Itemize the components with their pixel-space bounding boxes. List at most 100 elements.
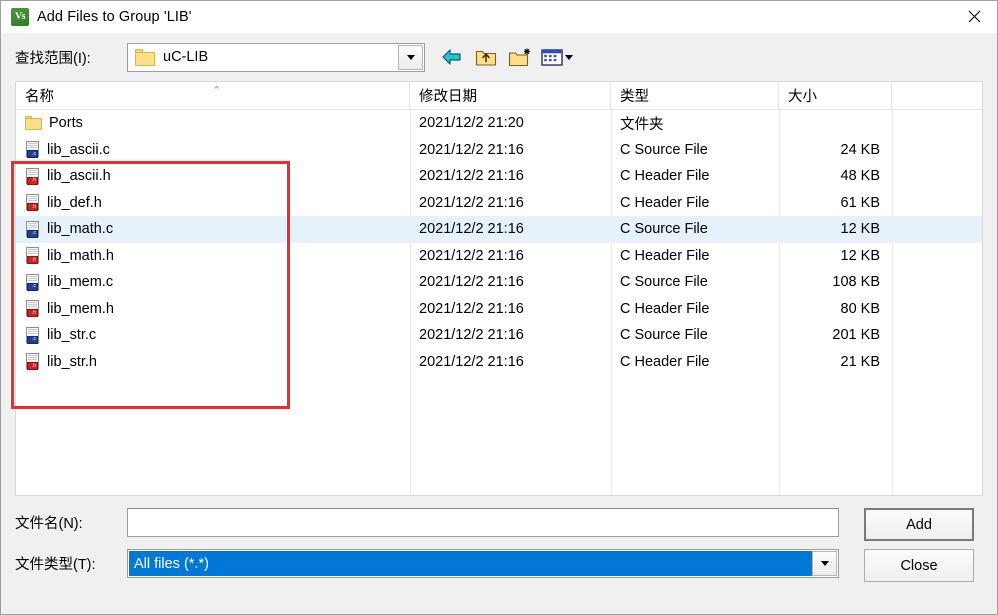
close-button[interactable]: Close [864, 549, 974, 582]
file-size-cell: 61 KB [840, 194, 881, 211]
view-menu-icon[interactable] [541, 48, 573, 67]
file-name-label: lib_str.h [47, 353, 97, 370]
file-row[interactable]: Ports 2021/12/2 21:20 文件夹 [16, 110, 982, 137]
close-icon[interactable] [951, 1, 997, 32]
chevron-down-icon[interactable] [565, 54, 573, 60]
filetype-row: 文件类型(T): All files (*.*) [15, 549, 983, 578]
file-row[interactable]: .h lib_str.h 2021/12/2 21:16 C Header File 2… [16, 349, 982, 376]
file-row[interactable]: .c lib_ascii.c 2021/12/2 21:16 C Source Fil… [16, 137, 982, 164]
file-size-cell: 80 KB [840, 300, 881, 317]
add-button[interactable]: Add [864, 508, 974, 541]
file-size-cell: 201 KB [832, 327, 880, 344]
sort-ascending-icon: ⌃ [212, 85, 222, 97]
new-folder-icon[interactable] [507, 44, 533, 70]
file-row[interactable]: .h lib_mem.h 2021/12/2 21:16 C Header File 8… [16, 296, 982, 323]
column-header-date[interactable]: 修改日期 [410, 82, 611, 109]
file-name-cell: Ports [16, 110, 410, 137]
dialog-footer: 文件名(N): 文件类型(T): All files (*.*) Add Clo… [1, 496, 997, 614]
column-header-filler [892, 82, 982, 109]
column-header-type[interactable]: 类型 [611, 82, 779, 109]
file-name-label: lib_str.c [47, 327, 97, 344]
file-name-label: Ports [49, 115, 83, 132]
c-source-icon: .c [25, 326, 40, 344]
look-in-combobox[interactable]: uC-LIB [127, 42, 425, 72]
c-header-icon: .h [25, 247, 40, 265]
file-name-cell: .h lib_def.h [16, 190, 410, 217]
c-header-icon: .h [25, 194, 40, 212]
file-name-label: lib_ascii.h [47, 168, 111, 185]
file-name-label: lib_mem.c [47, 274, 114, 291]
c-source-icon: .c [25, 273, 40, 291]
file-size-cell [779, 110, 892, 137]
file-size-cell: 108 KB [832, 274, 880, 291]
file-row[interactable]: .c lib_mem.c 2021/12/2 21:16 C Source File 1… [16, 269, 982, 296]
file-size-cell: 12 KB [840, 247, 881, 264]
chevron-down-icon[interactable] [398, 44, 423, 70]
up-one-level-icon[interactable] [473, 44, 499, 70]
c-header-icon: .h [25, 300, 40, 318]
look-in-row: 查找范围(I): uC-LIB [1, 33, 997, 81]
file-type-cell: C Header File [620, 247, 710, 264]
window-title: Add Files to Group 'LIB' [37, 9, 192, 25]
file-name-cell: .h lib_mem.h [16, 296, 410, 323]
filename-input[interactable] [127, 508, 839, 537]
file-name-label: lib_math.h [47, 247, 114, 264]
file-date-cell: 2021/12/2 21:16 [419, 194, 524, 211]
folder-icon [135, 48, 155, 66]
file-date-cell: 2021/12/2 21:16 [419, 141, 524, 158]
file-name-label: lib_mem.h [47, 300, 114, 317]
filetype-combobox[interactable]: All files (*.*) [127, 549, 839, 578]
file-type-cell: 文件夹 [620, 116, 664, 133]
file-name-label: lib_math.c [47, 221, 114, 238]
file-row[interactable]: .c lib_math.c 2021/12/2 21:16 C Source File… [16, 216, 982, 243]
file-type-cell: C Source File [620, 221, 708, 238]
column-header-row: 名称 ⌃ 修改日期 类型 大小 [16, 82, 982, 110]
navigation-toolbar [439, 44, 573, 70]
c-header-icon: .h [25, 353, 40, 371]
column-header-size-label: 大小 [788, 89, 817, 105]
file-date-cell: 2021/12/2 21:16 [419, 300, 524, 317]
title-bar: Vs Add Files to Group 'LIB' [1, 1, 997, 33]
file-size-cell: 24 KB [840, 141, 881, 158]
column-header-date-label: 修改日期 [419, 89, 477, 105]
file-name-cell: .c lib_mem.c [16, 269, 410, 296]
column-header-size[interactable]: 大小 [779, 82, 892, 109]
file-date-cell: 2021/12/2 21:16 [419, 274, 524, 291]
folder-icon [25, 116, 42, 131]
file-name-cell: .c lib_str.c [16, 322, 410, 349]
file-type-cell: C Source File [620, 274, 708, 291]
column-header-name-label: 名称 [25, 89, 54, 105]
chevron-down-icon[interactable] [812, 551, 837, 576]
file-name-cell: .h lib_math.h [16, 243, 410, 270]
keil-uvision-icon: Vs [11, 8, 29, 26]
file-type-cell: C Source File [620, 327, 708, 344]
file-type-cell: C Source File [620, 141, 708, 158]
file-rows: Ports 2021/12/2 21:20 文件夹 .c lib_ascii.c 2021… [16, 110, 982, 375]
filename-label: 文件名(N): [15, 516, 83, 532]
column-header-name[interactable]: 名称 ⌃ [16, 82, 410, 109]
file-row[interactable]: .h lib_ascii.h 2021/12/2 21:16 C Header Fil… [16, 163, 982, 190]
file-name-cell: .c lib_ascii.c [16, 137, 410, 164]
file-row[interactable]: .h lib_def.h 2021/12/2 21:16 C Header File 6… [16, 190, 982, 217]
file-date-cell: 2021/12/2 21:20 [419, 115, 524, 132]
file-list[interactable]: 名称 ⌃ 修改日期 类型 大小 Ports 2021/12/2 21:20 文件夹.… [15, 81, 983, 496]
c-header-icon: .h [25, 167, 40, 185]
file-name-cell: .h lib_str.h [16, 349, 410, 376]
column-header-type-label: 类型 [620, 89, 649, 105]
file-type-cell: C Header File [620, 168, 710, 185]
file-row[interactable]: .h lib_math.h 2021/12/2 21:16 C Header File… [16, 243, 982, 270]
file-size-cell: 48 KB [840, 168, 881, 185]
file-row[interactable]: .c lib_str.c 2021/12/2 21:16 C Source File 2… [16, 322, 982, 349]
file-type-cell: C Header File [620, 353, 710, 370]
c-source-icon: .c [25, 141, 40, 159]
c-source-icon: .c [25, 220, 40, 238]
file-date-cell: 2021/12/2 21:16 [419, 221, 524, 238]
filename-row: 文件名(N): [15, 508, 983, 537]
back-icon[interactable] [439, 44, 465, 70]
file-name-cell: .c lib_math.c [16, 216, 410, 243]
file-type-cell: C Header File [620, 194, 710, 211]
file-size-cell: 12 KB [840, 221, 881, 238]
file-name-cell: .h lib_ascii.h [16, 163, 410, 190]
file-name-label: lib_def.h [47, 194, 102, 211]
file-size-cell: 21 KB [840, 353, 881, 370]
